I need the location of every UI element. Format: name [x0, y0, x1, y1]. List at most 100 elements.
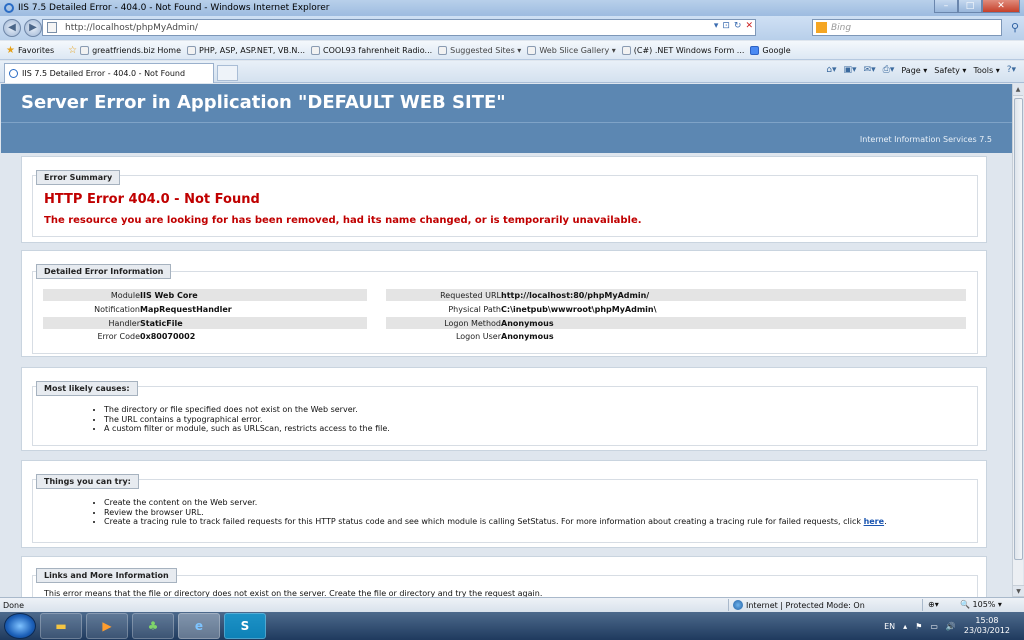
network-icon[interactable]: ▭	[930, 622, 938, 631]
detail-row: Logon Method Anonymous	[386, 317, 966, 329]
star-icon: ★	[6, 44, 15, 56]
detail-row: Module IIS Web Core	[43, 289, 367, 301]
window-titlebar[interactable]: IIS 7.5 Detailed Error - 404.0 - Not Fou…	[0, 0, 1024, 16]
error-summary-legend: Error Summary	[36, 170, 121, 185]
page-icon	[527, 45, 537, 55]
print-icon[interactable]: ⎙▾	[883, 65, 895, 75]
tools-menu[interactable]: Tools ▾	[973, 66, 999, 75]
action-center-icon[interactable]: ⚑	[915, 622, 922, 631]
favorite-link[interactable]: (C#) .NET Windows Form ...	[621, 45, 744, 55]
help-icon[interactable]: ?▾	[1007, 65, 1016, 75]
window-controls: – □ ✕	[934, 0, 1020, 13]
ie-tab-icon	[9, 69, 18, 78]
suggested-sites-link[interactable]: Suggested Sites ▾	[438, 45, 521, 55]
volume-icon[interactable]: 🔊	[946, 622, 956, 631]
scroll-down-button[interactable]: ▼	[1013, 585, 1024, 597]
detail-row: Error Code 0x80070002	[97, 331, 196, 341]
compatibility-icon[interactable]: ⊡	[722, 21, 730, 31]
list-item: Create a tracing rule to track failed re…	[104, 517, 887, 527]
start-button[interactable]	[4, 613, 36, 639]
security-zone[interactable]: Internet | Protected Mode: On	[733, 600, 865, 610]
home-icon[interactable]: ⌂▾	[826, 65, 836, 75]
status-text: Done	[3, 600, 25, 610]
detailed-error-panel: Detailed Error Information Module IIS Web…	[21, 250, 987, 357]
page-icon	[187, 45, 197, 55]
skype-taskbar-button[interactable]: S	[224, 613, 266, 639]
show-hidden-icons-icon[interactable]: ▴	[903, 622, 907, 631]
list-item: Create the content on the Web server.	[104, 498, 887, 508]
links-legend: Links and More Information	[36, 568, 177, 583]
search-input[interactable]: Bing	[831, 23, 851, 33]
favorite-link[interactable]: PHP, ASP, ASP.NET, VB.N...	[187, 45, 305, 55]
detail-row: Notification MapRequestHandler	[94, 304, 232, 314]
bing-logo-icon	[816, 22, 827, 33]
causes-legend: Most likely causes:	[36, 381, 138, 396]
vertical-scrollbar[interactable]: ▲ ▼	[1012, 84, 1024, 597]
network-app-taskbar-button[interactable]: ♣	[132, 613, 174, 639]
new-tab-button[interactable]	[217, 65, 238, 81]
add-favorite-icon: ☆	[68, 44, 78, 56]
address-input[interactable]: http://localhost/phpMyAdmin/	[65, 23, 198, 33]
safety-menu[interactable]: Safety ▾	[934, 66, 966, 75]
command-bar: ⌂▾ ▣▾ ✉▾ ⎙▾ Page ▾ Safety ▾ Tools ▾ ?▾	[826, 65, 1016, 75]
explorer-taskbar-button[interactable]: ▬	[40, 613, 82, 639]
detail-row: Physical Path C:\inetpub\wwwroot\phpMyAdm…	[448, 304, 657, 314]
tab-bar: IIS 7.5 Detailed Error - 404.0 - Not Fou…	[0, 61, 1024, 83]
ie-taskbar-button[interactable]: e	[178, 613, 220, 639]
status-divider	[922, 599, 923, 611]
page-menu[interactable]: Page ▾	[901, 66, 927, 75]
window-title: IIS 7.5 Detailed Error - 404.0 - Not Fou…	[18, 3, 330, 13]
page-icon	[438, 45, 448, 55]
protected-mode-icon[interactable]: ⊕▾	[928, 600, 939, 609]
search-icon[interactable]: ⚲	[1011, 21, 1019, 34]
navigation-bar: ◀ ▶ http://localhost/phpMyAdmin/ ▾ ⊡ ↻ ✕…	[0, 16, 1024, 40]
stop-icon[interactable]: ✕	[745, 21, 753, 31]
system-tray: EN ▴ ⚑ ▭ 🔊 15:08 23/03/2012	[884, 616, 1010, 636]
error-summary-panel: Error Summary HTTP Error 404.0 - Not Fou…	[21, 156, 987, 243]
page-content: Server Error in Application "DEFAULT WEB…	[1, 84, 1012, 597]
page-icon	[621, 45, 631, 55]
back-button[interactable]: ◀	[3, 19, 21, 37]
zoom-level[interactable]: 🔍 105% ▾	[960, 600, 1002, 609]
globe-icon	[733, 600, 743, 610]
favorites-button[interactable]: ★ Favorites	[6, 45, 54, 56]
here-link[interactable]: here	[864, 517, 885, 526]
search-box[interactable]: Bing ⚲	[812, 19, 1019, 36]
server-name: Internet Information Services 7.5	[1, 122, 1012, 153]
mail-icon[interactable]: ✉▾	[864, 65, 876, 75]
refresh-icon[interactable]: ↻	[734, 21, 742, 31]
dropdown-arrow-icon[interactable]: ▾	[714, 21, 719, 31]
list-item: The URL contains a typographical error.	[104, 415, 390, 425]
scroll-thumb[interactable]	[1014, 98, 1023, 560]
page-title: Server Error in Application "DEFAULT WEB…	[1, 84, 1012, 122]
feeds-icon[interactable]: ▣▾	[844, 65, 857, 75]
maximize-button[interactable]: □	[958, 0, 982, 13]
forward-button[interactable]: ▶	[24, 19, 42, 37]
favorite-link[interactable]: COOL93 fahrenheit Radio...	[311, 45, 432, 55]
minimize-button[interactable]: –	[934, 0, 958, 13]
scroll-up-button[interactable]: ▲	[1013, 84, 1023, 96]
page-icon	[311, 45, 321, 55]
detailed-error-legend: Detailed Error Information	[36, 264, 172, 279]
favorites-bar: ★ Favorites ☆ greatfriends.biz Home PHP, A…	[0, 41, 1024, 60]
tab-label: IIS 7.5 Detailed Error - 404.0 - Not Fou…	[22, 69, 186, 78]
favorite-link[interactable]: Google	[750, 45, 791, 55]
detail-row: Logon User Anonymous	[455, 331, 554, 341]
list-item: A custom filter or module, such as URLSc…	[104, 424, 390, 434]
ie-logo-icon	[4, 3, 14, 13]
taskbar: ▬ ▶ ♣ e S EN ▴ ⚑ ▭ 🔊 15:08 23/03/2012	[0, 612, 1024, 640]
media-player-taskbar-button[interactable]: ▶	[86, 613, 128, 639]
web-slice-gallery-link[interactable]: Web Slice Gallery ▾	[527, 45, 616, 55]
try-legend: Things you can try:	[36, 474, 139, 489]
detail-row: Handler StaticFile	[43, 317, 367, 329]
close-button[interactable]: ✕	[982, 0, 1020, 13]
error-title: HTTP Error 404.0 - Not Found	[44, 192, 260, 207]
address-bar[interactable]: http://localhost/phpMyAdmin/ ▾ ⊡ ↻ ✕	[42, 19, 756, 36]
page-icon	[47, 22, 57, 33]
causes-panel: Most likely causes: The directory or fil…	[21, 367, 987, 451]
tab-active[interactable]: IIS 7.5 Detailed Error - 404.0 - Not Fou…	[4, 63, 214, 83]
favorite-link[interactable]: ☆ greatfriends.biz Home	[68, 45, 181, 56]
clock[interactable]: 15:08 23/03/2012	[964, 616, 1010, 636]
detail-row: Requested URL http://localhost:80/phpMyAd…	[386, 289, 966, 301]
language-indicator[interactable]: EN	[884, 622, 895, 631]
